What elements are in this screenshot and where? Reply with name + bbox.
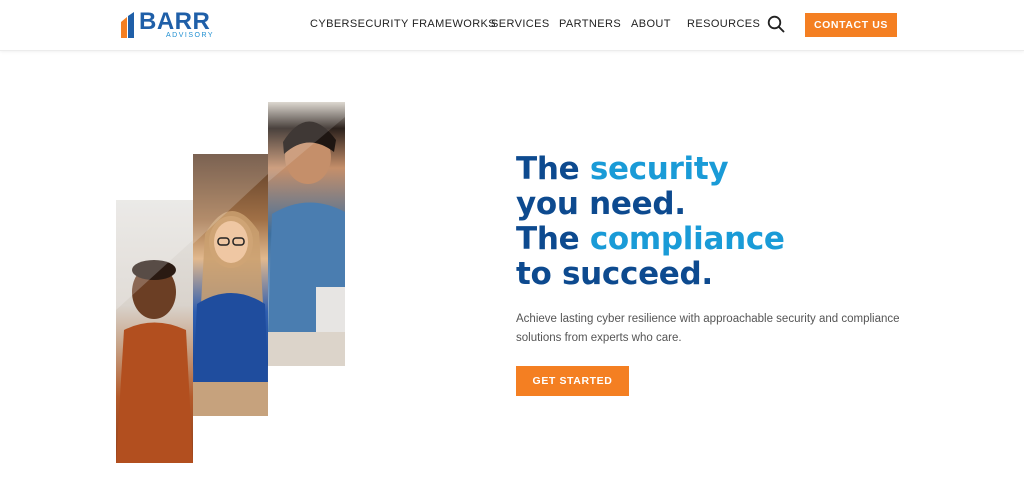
logo-mark-icon <box>121 12 134 38</box>
get-started-button[interactable]: GET STARTED <box>516 366 629 396</box>
headline-compliance: compliance <box>589 221 785 257</box>
headline-security: security <box>589 151 729 187</box>
barr-logo[interactable]: BARR ADVISORY <box>118 8 218 42</box>
hero-subtext: Achieve lasting cyber resilience with ap… <box>516 313 900 344</box>
nav-item-partners[interactable]: PARTNERS <box>559 18 621 30</box>
search-icon[interactable] <box>767 15 785 33</box>
headline-the-1: The <box>516 151 590 187</box>
contact-us-button[interactable]: CONTACT US <box>805 13 897 37</box>
young-man-photo-illustration <box>268 102 345 366</box>
nav-item-services[interactable]: SERVICES <box>491 18 550 30</box>
logo-subtitle: ADVISORY <box>166 32 215 39</box>
hero-photo-man <box>116 200 193 463</box>
hero-photo-young-man <box>268 102 345 366</box>
nav-item-about[interactable]: ABOUT <box>631 18 671 30</box>
hero-headline: The security you need. The compliance to… <box>516 152 936 292</box>
man-photo-illustration <box>116 200 193 463</box>
nav-item-cybersecurity-frameworks[interactable]: CYBERSECURITY FRAMEWORKS <box>310 18 496 30</box>
site-header: BARR ADVISORY CYBERSECURITY FRAMEWORKS S… <box>0 0 1024 51</box>
headline-you-need: you need. <box>516 186 686 222</box>
headline-to-succeed: to succeed. <box>516 256 713 292</box>
hero-photo-woman <box>193 154 268 416</box>
headline-the-2: The <box>516 221 590 257</box>
woman-photo-illustration <box>193 154 268 416</box>
nav-item-resources[interactable]: RESOURCES <box>687 18 760 30</box>
